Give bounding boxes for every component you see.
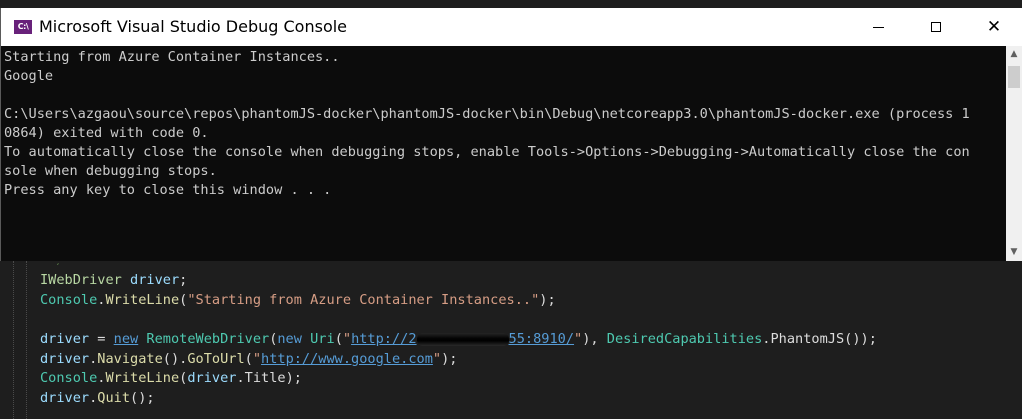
punctuation-token: ()); [844, 331, 877, 348]
console-line: Press any key to close this window . . . [4, 182, 332, 198]
close-button[interactable]: ✕ [965, 8, 1022, 46]
console-line: Google [4, 68, 54, 84]
scroll-down-icon[interactable]: ▼ [1006, 244, 1022, 261]
minimize-icon [872, 26, 884, 28]
code-editor[interactable]: ˊ IWebDriver driver; Console.WriteLine("… [0, 261, 1022, 419]
string-token: " [252, 350, 262, 367]
variable-token: driver [187, 370, 237, 387]
method-token: Quit [97, 390, 131, 407]
punctuation-token: ), [582, 331, 607, 348]
string-token: " [574, 331, 583, 348]
scroll-up-icon[interactable]: ▲ [1006, 46, 1022, 63]
punctuation-token: () [162, 350, 180, 367]
method-token: Navigate [97, 350, 163, 367]
punctuation-token: ( [244, 350, 253, 367]
variable-token: driver [130, 272, 180, 288]
console-output[interactable]: Starting from Azure Container Instances.… [4, 48, 1004, 200]
variable-token: driver [40, 390, 90, 407]
minimize-button[interactable] [849, 8, 907, 46]
punctuation-token: ; [179, 272, 188, 288]
console-line: sole when debugging stops. [4, 163, 217, 179]
indent-guide [26, 261, 27, 419]
code-line: IWebDriver driver; [40, 271, 877, 291]
class-token: Console [40, 370, 98, 387]
scroll-thumb[interactable] [1008, 66, 1020, 88]
punctuation-token: (); [130, 390, 155, 407]
class-token: RemoteWebDriver [146, 331, 270, 348]
punctuation-token: . [236, 370, 245, 387]
console-line: 0864) exited with code 0. [4, 125, 209, 141]
punctuation-token [302, 331, 310, 347]
punctuation-token: ); [285, 370, 302, 387]
redaction-mark [416, 332, 509, 346]
maximize-icon [931, 22, 941, 32]
code-line: driver.Quit(); [40, 389, 877, 409]
url-link[interactable]: 55:8910/ [509, 331, 574, 347]
url-link[interactable]: http://2 [351, 331, 416, 347]
method-token: WriteLine [105, 291, 180, 308]
keyword-token: new [277, 331, 302, 348]
punctuation-token: = [89, 331, 114, 348]
console-line: C:\Users\azgaou\source\repos\phantomJS-d… [4, 106, 970, 122]
window-title: Microsoft Visual Studio Debug Console [39, 17, 348, 36]
close-icon: ✕ [986, 16, 1002, 37]
property-token: PhantomJS [770, 331, 845, 348]
code-line: Console.WriteLine("Starting from Azure C… [40, 291, 877, 311]
string-token: "Starting from Azure Container Instances… [187, 291, 540, 308]
code-lines: IWebDriver driver; Console.WriteLine("St… [40, 271, 877, 409]
title-bar[interactable]: C:\ Microsoft Visual Studio Debug Consol… [1, 8, 1022, 46]
vertical-scrollbar[interactable]: ▲ ▼ [1006, 46, 1022, 261]
console-line: Starting from Azure Container Instances.… [4, 49, 340, 65]
maximize-button[interactable] [907, 8, 965, 46]
class-token: Console [40, 291, 98, 308]
url-link[interactable]: http://www.google.com [261, 351, 433, 367]
variable-token: driver [40, 331, 90, 348]
punctuation-token: ( [334, 331, 343, 348]
code-line: driver = new RemoteWebDriver(new Uri("ht… [40, 330, 877, 350]
editor-background-strip [0, 0, 1022, 8]
code-line: Console.WriteLine(driver.Title); [40, 369, 877, 389]
variable-token: driver [40, 350, 90, 367]
code-line: driver.Navigate().GoToUrl("http://www.go… [40, 350, 877, 370]
class-token: Uri [310, 331, 335, 348]
console-line: To automatically close the console when … [4, 144, 970, 160]
console-app-icon: C:\ [14, 20, 32, 34]
string-token: " [342, 331, 352, 348]
keyword-token: new [113, 331, 139, 348]
punctuation-token: ); [441, 350, 458, 367]
punctuation-token: ); [539, 291, 556, 308]
property-token: Title [244, 370, 286, 387]
class-token: DesiredCapabilities [606, 331, 763, 348]
method-token: WriteLine [105, 370, 180, 387]
method-token: GoToUrl [187, 350, 245, 367]
indent-guide [13, 261, 14, 419]
string-token: " [432, 350, 442, 367]
debug-console-window[interactable]: C:\ Microsoft Visual Studio Debug Consol… [0, 8, 1022, 261]
type-token: IWebDriver [40, 272, 122, 288]
